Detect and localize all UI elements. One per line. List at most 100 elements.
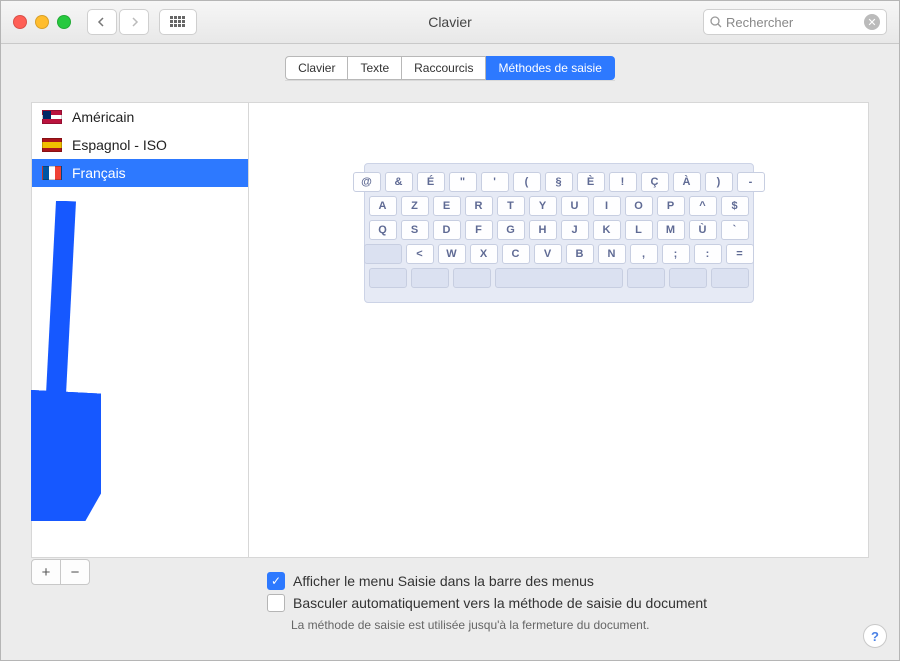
preferences-window: Clavier Rechercher ✕ ClavierTexteRaccour… xyxy=(0,0,900,661)
flag-icon xyxy=(42,138,62,152)
auto-switch-hint: La méthode de saisie est utilisée jusqu'… xyxy=(291,614,869,636)
keyboard-key: À xyxy=(673,172,701,192)
window-controls xyxy=(13,15,71,29)
modifier-key xyxy=(711,268,749,288)
keyboard-key: D xyxy=(433,220,461,240)
input-sources-panel: AméricainEspagnol - ISOFrançais + − @&É"… xyxy=(31,102,869,558)
input-sources-list: Américain Espagnol - ISO Français xyxy=(32,103,248,557)
keyboard-key: Y xyxy=(529,196,557,216)
keyboard-key: ` xyxy=(721,220,749,240)
keyboard-key: : xyxy=(694,244,722,264)
input-source-item[interactable]: Français xyxy=(32,159,248,187)
flag-icon xyxy=(42,110,62,124)
clear-search-button[interactable]: ✕ xyxy=(864,14,880,30)
tab-clavier[interactable]: Clavier xyxy=(285,56,348,80)
keyboard-key: I xyxy=(593,196,621,216)
keyboard-key: É xyxy=(417,172,445,192)
flag-icon xyxy=(42,166,62,180)
keyboard-key: X xyxy=(470,244,498,264)
tab-raccourcis[interactable]: Raccourcis xyxy=(402,56,486,80)
keyboard-key: P xyxy=(657,196,685,216)
add-input-source-button[interactable]: + xyxy=(31,559,61,585)
keyboard-key: K xyxy=(593,220,621,240)
spacebar-key xyxy=(495,268,623,288)
back-button[interactable] xyxy=(87,9,117,35)
content-area: Américain Espagnol - ISO Français + − @&É"… xyxy=(1,102,899,660)
input-source-options: ✓ Afficher le menu Saisie dans la barre … xyxy=(267,570,869,636)
auto-switch-option[interactable]: Basculer automatiquement vers la méthode… xyxy=(267,592,869,614)
keyboard-key: U xyxy=(561,196,589,216)
keyboard-key: , xyxy=(630,244,658,264)
keyboard-key: ' xyxy=(481,172,509,192)
auto-switch-label: Basculer automatiquement vers la méthode… xyxy=(293,592,707,614)
keyboard-key: @ xyxy=(353,172,381,192)
input-source-label: Américain xyxy=(72,109,134,125)
keyboard-key: B xyxy=(566,244,594,264)
forward-button[interactable] xyxy=(119,9,149,35)
keyboard-key: < xyxy=(406,244,434,264)
keyboard-key: S xyxy=(401,220,429,240)
keyboard-key: F xyxy=(465,220,493,240)
modifier-key xyxy=(369,268,407,288)
keyboard-key: ) xyxy=(705,172,733,192)
modifier-key xyxy=(669,268,707,288)
help-button[interactable]: ? xyxy=(863,624,887,648)
remove-input-source-button[interactable]: − xyxy=(61,559,90,585)
keyboard-key: = xyxy=(726,244,754,264)
modifier-key xyxy=(627,268,665,288)
chevron-left-icon xyxy=(97,17,107,27)
show-all-button[interactable] xyxy=(159,9,197,35)
grid-icon xyxy=(170,16,186,28)
keyboard-preview: @&É"'(§È!ÇÀ)-AZERTYUIOP^$QSDFGHJKLMÙ`<WX… xyxy=(364,163,754,303)
keyboard-key: C xyxy=(502,244,530,264)
keyboard-key: J xyxy=(561,220,589,240)
tab-m-thodes-de-saisie[interactable]: Méthodes de saisie xyxy=(486,56,614,80)
keyboard-key: T xyxy=(497,196,525,216)
show-input-menu-option[interactable]: ✓ Afficher le menu Saisie dans la barre … xyxy=(267,570,869,592)
show-input-menu-checkbox[interactable]: ✓ xyxy=(267,572,285,590)
modifier-key xyxy=(364,244,402,264)
keyboard-key: E xyxy=(433,196,461,216)
search-field[interactable]: Rechercher ✕ xyxy=(703,9,887,35)
keyboard-key: W xyxy=(438,244,466,264)
auto-switch-checkbox[interactable] xyxy=(267,594,285,612)
keyboard-key: - xyxy=(737,172,765,192)
history-nav xyxy=(87,9,149,35)
modifier-key xyxy=(453,268,491,288)
keyboard-key: " xyxy=(449,172,477,192)
input-sources-sidebar: AméricainEspagnol - ISOFrançais + − xyxy=(32,103,249,557)
keyboard-key: ! xyxy=(609,172,637,192)
keyboard-key: Ç xyxy=(641,172,669,192)
keyboard-key: § xyxy=(545,172,573,192)
keyboard-key: È xyxy=(577,172,605,192)
keyboard-key: Z xyxy=(401,196,429,216)
minimize-window-button[interactable] xyxy=(35,15,49,29)
search-icon xyxy=(710,16,722,28)
keyboard-key: $ xyxy=(721,196,749,216)
input-source-item[interactable]: Américain xyxy=(32,103,248,131)
add-remove-controls: + − xyxy=(31,559,90,585)
close-window-button[interactable] xyxy=(13,15,27,29)
tab-texte[interactable]: Texte xyxy=(348,56,402,80)
tab-bar: ClavierTexteRaccourcisMéthodes de saisie xyxy=(1,44,899,102)
keyboard-key: ^ xyxy=(689,196,717,216)
titlebar: Clavier Rechercher ✕ xyxy=(1,1,899,44)
keyboard-key: N xyxy=(598,244,626,264)
keyboard-key: O xyxy=(625,196,653,216)
input-source-item[interactable]: Espagnol - ISO xyxy=(32,131,248,159)
input-source-label: Français xyxy=(72,165,126,181)
modifier-key xyxy=(411,268,449,288)
zoom-window-button[interactable] xyxy=(57,15,71,29)
keyboard-key: V xyxy=(534,244,562,264)
search-placeholder: Rechercher xyxy=(726,15,793,30)
keyboard-key: G xyxy=(497,220,525,240)
keyboard-key: ; xyxy=(662,244,690,264)
keyboard-key: M xyxy=(657,220,685,240)
keyboard-key: Q xyxy=(369,220,397,240)
input-source-label: Espagnol - ISO xyxy=(72,137,167,153)
show-input-menu-label: Afficher le menu Saisie dans la barre de… xyxy=(293,570,594,592)
keyboard-key: & xyxy=(385,172,413,192)
keyboard-key: L xyxy=(625,220,653,240)
keyboard-key: R xyxy=(465,196,493,216)
keyboard-key: ( xyxy=(513,172,541,192)
